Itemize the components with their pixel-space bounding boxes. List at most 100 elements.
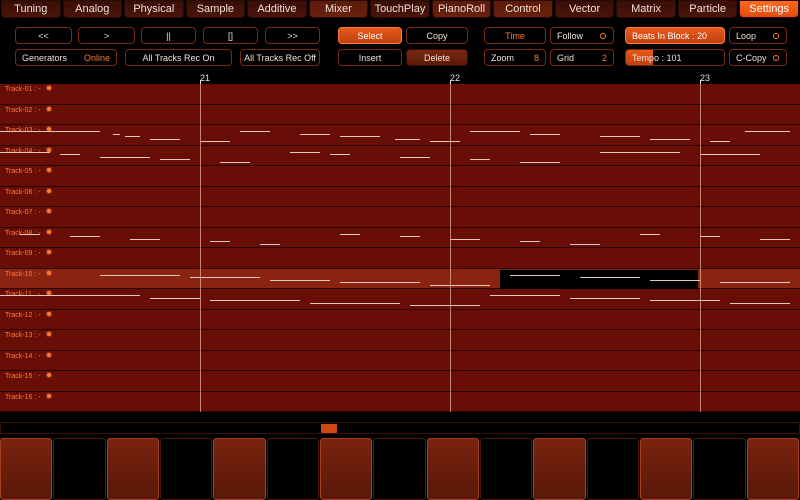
note-event[interactable] [650,138,690,140]
note-event[interactable] [310,302,400,304]
note-event[interactable] [510,274,560,276]
note-event[interactable] [720,282,790,283]
track-record-led-icon[interactable] [47,373,51,377]
note-event[interactable] [340,282,420,283]
tab-settings[interactable]: Settings [739,0,799,18]
note-event[interactable] [150,297,200,299]
note-event[interactable] [20,233,40,235]
note-event[interactable] [730,302,790,304]
dark-key-pad[interactable] [159,438,213,500]
note-event[interactable] [290,151,320,153]
note-event[interactable] [330,154,350,155]
tab-tuning[interactable]: Tuning [1,0,61,18]
note-event[interactable] [150,138,180,140]
note-event[interactable] [745,131,790,132]
tab-control[interactable]: Control [493,0,553,18]
note-event[interactable] [640,233,660,235]
note-event[interactable] [450,238,480,240]
note-event[interactable] [125,136,140,137]
note-event[interactable] [760,238,790,240]
note-event[interactable] [430,284,490,286]
tab-touchplay[interactable]: TouchPlay [370,0,430,18]
timeline-scrollbar[interactable] [0,422,800,434]
note-event[interactable] [210,300,300,301]
track-row[interactable]: Track-08 : - [0,227,800,248]
follow-toggle[interactable]: Follow [550,27,614,44]
c-copy-toggle[interactable]: C-Copy [729,49,787,66]
track-record-led-icon[interactable] [47,250,51,254]
copy-button[interactable]: Copy [406,27,468,44]
note-event[interactable] [520,241,540,242]
beats-in-block-control[interactable]: Beats In Block : 20 [625,27,725,44]
dark-key-pad[interactable] [693,438,746,500]
track-record-led-icon[interactable] [47,106,51,111]
note-event[interactable] [160,159,190,160]
light-key-pad[interactable] [746,438,799,500]
light-key-pad[interactable] [639,438,693,500]
dark-key-pad[interactable] [586,438,639,500]
dark-key-pad[interactable] [53,438,106,500]
dark-key-pad[interactable] [373,438,426,500]
light-key-pad[interactable] [319,438,373,500]
delete-button[interactable]: Delete [406,49,468,66]
note-event[interactable] [0,131,100,132]
note-event[interactable] [430,141,460,142]
note-event[interactable] [395,138,420,140]
track-record-led-icon[interactable] [47,188,51,193]
note-event[interactable] [300,133,330,135]
tab-particle[interactable]: Particle [677,0,738,18]
note-event[interactable] [340,233,360,235]
note-event[interactable] [400,156,430,158]
note-event[interactable] [570,297,640,299]
light-key-pad[interactable] [106,438,159,500]
track-row[interactable]: Track-01 : - [0,84,800,105]
note-event[interactable] [530,133,560,135]
track-row[interactable]: Track-16 : - [0,391,800,412]
dark-key-pad[interactable] [266,438,319,500]
light-key-pad[interactable] [533,438,586,500]
tab-pianoroll[interactable]: PianoRoll [431,0,492,18]
track-record-led-icon[interactable] [47,86,51,90]
tab-sample[interactable]: Sample [185,0,246,18]
note-event[interactable] [100,156,150,158]
piano-roll-tracks[interactable]: Track-01 : - Track-02 : - Track-03 : - Trac… [0,84,800,412]
note-event[interactable] [130,238,160,240]
note-event[interactable] [710,141,730,142]
tab-analog[interactable]: Analog [62,0,123,18]
note-event[interactable] [0,295,140,296]
note-event[interactable] [340,136,380,137]
select-button[interactable]: Select [338,27,402,44]
note-event[interactable] [470,131,520,132]
tab-physical[interactable]: Physical [124,0,184,18]
track-record-led-icon[interactable] [47,229,51,234]
note-event[interactable] [700,154,760,155]
track-row[interactable]: Track-13 : - [0,330,800,351]
generators-toggle[interactable]: Generators Online [15,49,117,66]
note-event[interactable] [570,243,600,245]
note-event[interactable] [410,305,480,306]
note-event[interactable] [580,277,640,278]
tab-matrix[interactable]: Matrix [616,0,676,18]
light-key-pad[interactable] [0,438,53,500]
track-row[interactable]: Track-03 : - [0,125,800,146]
note-event[interactable] [60,154,80,155]
track-record-led-icon[interactable] [47,209,51,213]
track-row[interactable]: Track-02 : - [0,104,800,125]
track-row[interactable]: Track-09 : - [0,248,800,269]
tab-vector[interactable]: Vector [554,0,615,18]
note-event[interactable] [200,141,230,142]
note-event[interactable] [210,241,230,242]
note-event[interactable] [240,131,270,132]
note-event[interactable] [600,136,640,137]
light-key-pad[interactable] [213,438,266,500]
timeline-ruler[interactable]: 21 22 23 [0,70,800,84]
play-button[interactable]: > [78,27,135,44]
note-event[interactable] [113,133,120,135]
note-event[interactable] [70,236,100,237]
all-tracks-rec-off-button[interactable]: All Tracks Rec Off [240,49,320,66]
loop-toggle[interactable]: Loop [729,27,787,44]
track-row[interactable]: Track-14 : - [0,350,800,371]
light-key-pad[interactable] [426,438,479,500]
track-row[interactable]: Track-12 : - [0,309,800,330]
track-record-led-icon[interactable] [47,393,51,398]
